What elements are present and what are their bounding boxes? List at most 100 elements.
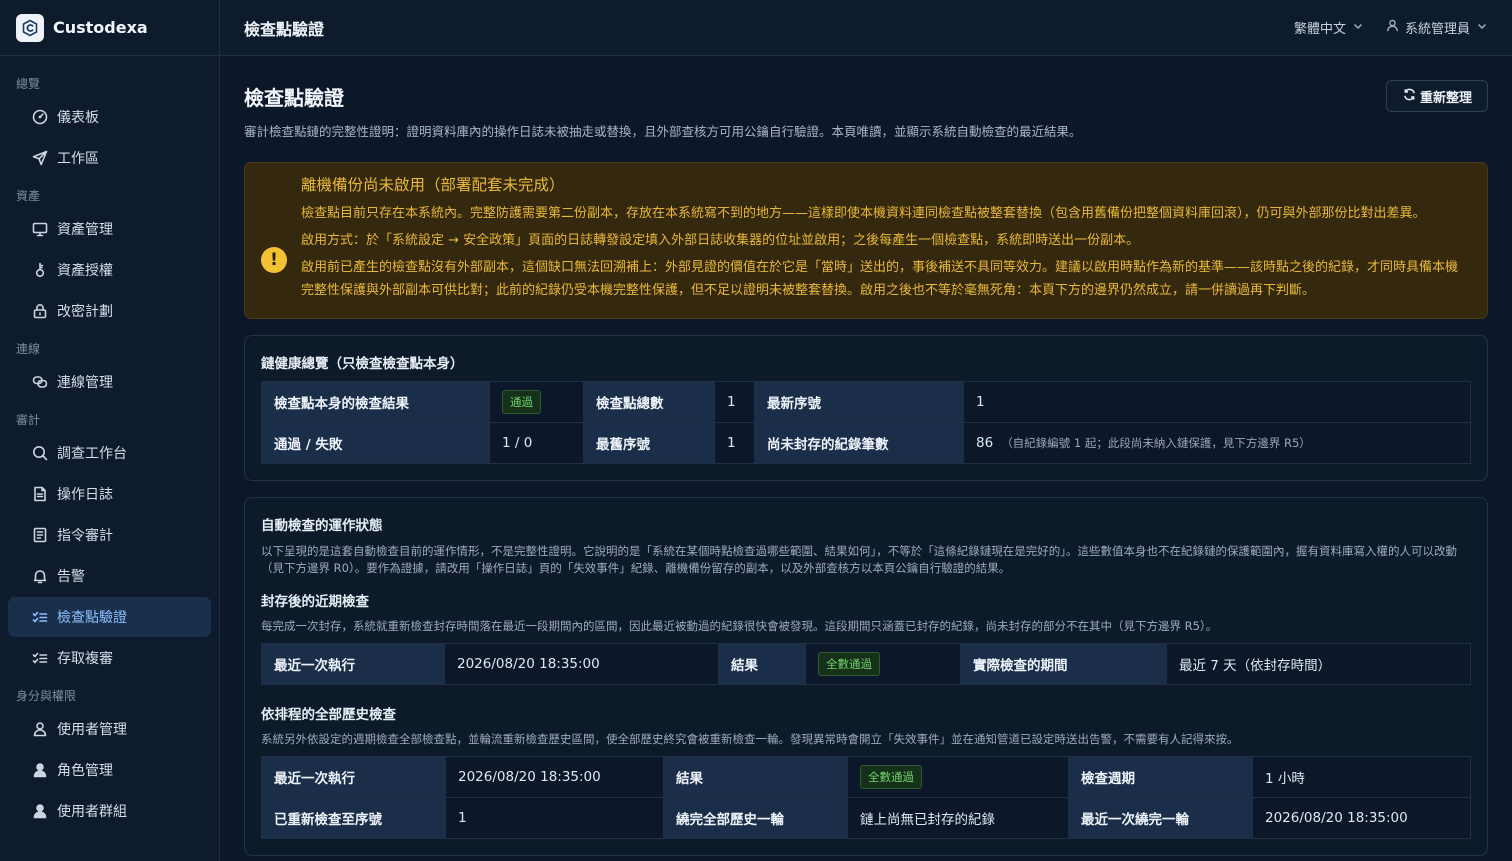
brand[interactable]: Custodexa: [0, 0, 219, 56]
refresh-button[interactable]: 重新整理: [1385, 80, 1488, 112]
sidebar-item-label: 告警: [57, 569, 85, 585]
page-content: 檢查點驗證 審計檢查點鏈的完整性證明：證明資料庫內的操作日誌未被抽走或替換，且外…: [220, 56, 1512, 861]
table-row: 通過 / 失敗 1 / 0 最舊序號 1 尚未封存的紀錄筆數 86 （自紀錄編號 …: [261, 422, 1471, 464]
status-badge: 通過: [502, 390, 541, 414]
alert-title: 離機備份尚未啟用（部署配套未完成）: [301, 176, 565, 194]
chevron-down-icon: [1476, 20, 1488, 36]
table-value: 1 / 0: [489, 422, 584, 464]
refresh-icon: [1403, 88, 1416, 105]
table-key: 最近一次執行: [261, 643, 445, 685]
table-key: 最近一次執行: [261, 756, 446, 798]
sidebar-item-role-management[interactable]: 角色管理: [8, 750, 211, 790]
recent-check-table: 最近一次執行 2026/08/20 18:35:00 結果 全數通過 實際檢查的…: [261, 643, 1471, 685]
sidebar-item-label: 連線管理: [57, 375, 113, 391]
table-key: 繞完全部歷史一輪: [663, 797, 848, 839]
recent-check-description: 每完成一次封存，系統就重新檢查封存時間落在最近一段期間內的區間，因此最近被動過的…: [261, 619, 1218, 633]
table-row: 最近一次執行 2026/08/20 18:35:00 結果 全數通過 檢查週期 …: [261, 756, 1471, 798]
sidebar-item-password-rotation[interactable]: 改密計劃: [8, 291, 211, 331]
page-title: 檢查點驗證: [244, 86, 344, 110]
table-key: 檢查點總數: [583, 381, 715, 423]
full-check-table: 最近一次執行 2026/08/20 18:35:00 結果 全數通過 檢查週期 …: [261, 756, 1471, 839]
sidebar-item-access-review[interactable]: 存取複審: [8, 638, 211, 678]
link-icon: [31, 373, 49, 391]
nav-group-connections: 連線 連線管理: [0, 335, 219, 402]
sidebar-item-user-management[interactable]: 使用者管理: [8, 709, 211, 749]
full-check-title: 依排程的全部歷史檢查: [261, 707, 396, 723]
table-value: 1 小時: [1252, 756, 1471, 798]
table-value: 2026/08/20 18:35:00: [445, 756, 664, 798]
chain-health-card: 鏈健康總覽（只檢查檢查點本身） 檢查點本身的檢查結果 通過 檢查點總數 1 最新…: [244, 335, 1488, 481]
send-arrow-icon: [31, 149, 49, 167]
table-row: 最近一次執行 2026/08/20 18:35:00 結果 全數通過 實際檢查的…: [261, 643, 1471, 685]
auto-check-card: 自動檢查的運作狀態 以下呈現的是這套自動檢查目前的運作情形，不是完整性證明。它說…: [244, 497, 1488, 856]
topbar-title: 檢查點驗證: [244, 19, 325, 39]
unsealed-note: （自紀錄編號 1 起；此段尚未納入鏈保護，見下方邊界 R5）: [1001, 436, 1311, 450]
search-icon: [31, 444, 49, 462]
unsealed-count: 86: [976, 435, 994, 451]
table-key: 檢查週期: [1068, 756, 1253, 798]
sidebar-item-label: 存取複審: [57, 651, 113, 667]
alert-paragraph: 檢查點目前只存在本系統內。完整防護需要第二份副本，存放在本系統寫不到的地方——這…: [301, 206, 1426, 221]
lock-icon: [31, 302, 49, 320]
table-value: 1: [445, 797, 664, 839]
page-description: 審計檢查點鏈的完整性證明：證明資料庫內的操作日誌未被抽走或替換，且外部查核方可用…: [244, 124, 1082, 139]
table-row: 檢查點本身的檢查結果 通過 檢查點總數 1 最新序號 1: [261, 381, 1471, 423]
key-icon: [31, 261, 49, 279]
table-value: 1: [963, 381, 1471, 423]
topbar: 檢查點驗證 繁體中文 系統管理員: [220, 0, 1512, 56]
full-check-description: 系統另外依設定的週期檢查全部檢查點，並輪流重新檢查歷史區間，使全部歷史終究會被重…: [261, 732, 1239, 746]
sidebar-item-connection-management[interactable]: 連線管理: [8, 362, 211, 402]
sidebar-item-dashboard[interactable]: 儀表板: [8, 97, 211, 137]
dashboard-gauge-icon: [31, 108, 49, 126]
nav-group-overview: 總覽 儀表板 工作區: [0, 70, 219, 178]
sidebar-item-label: 工作區: [57, 151, 99, 167]
sidebar-item-label: 儀表板: [57, 110, 99, 126]
bell-icon: [31, 567, 49, 585]
language-selector[interactable]: 繁體中文: [1294, 18, 1364, 37]
sidebar-nav: 總覽 儀表板 工作區 資產 資產管理 資產授權 改密計劃 連線 連線管理 審計 …: [0, 56, 219, 831]
chevron-down-icon: [1352, 20, 1364, 36]
user-name: 系統管理員: [1404, 22, 1470, 37]
sidebar-item-label: 改密計劃: [57, 304, 113, 320]
nav-group-title: 資產: [16, 189, 41, 203]
sidebar-item-investigation[interactable]: 調查工作台: [8, 433, 211, 473]
sidebar-item-asset-management[interactable]: 資產管理: [8, 209, 211, 249]
nav-group-identity: 身分與權限 使用者管理 角色管理 使用者群組: [0, 682, 219, 831]
nav-group-title: 總覽: [16, 77, 41, 91]
sidebar-item-label: 資產授權: [57, 263, 113, 279]
table-value: 2026/08/20 18:35:00: [1252, 797, 1471, 839]
sidebar-item-workspace[interactable]: 工作區: [8, 138, 211, 178]
sidebar-item-command-audit[interactable]: 指令審計: [8, 515, 211, 555]
table-key: 實際檢查的期間: [960, 643, 1167, 685]
list-check-icon: [31, 649, 49, 667]
sidebar-item-operation-log[interactable]: 操作日誌: [8, 474, 211, 514]
card-title: 自動檢查的運作狀態: [261, 518, 383, 534]
nav-group-title: 連線: [16, 342, 41, 356]
sidebar-item-label: 使用者管理: [57, 722, 127, 738]
status-badge: 全數通過: [860, 765, 922, 789]
page-header: 檢查點驗證 審計檢查點鏈的完整性證明：證明資料庫內的操作日誌未被抽走或替換，且外…: [244, 80, 1488, 140]
alert-paragraph: 啟用方式：於「系統設定 → 安全政策」頁面的日誌轉發設定填入外部日誌收集器的位址…: [301, 233, 1140, 248]
recent-check-title: 封存後的近期檢查: [261, 594, 369, 610]
user-icon: [1386, 19, 1399, 36]
user-menu[interactable]: 系統管理員: [1386, 18, 1488, 37]
nav-group-assets: 資產 資產管理 資產授權 改密計劃: [0, 182, 219, 331]
table-value: 全數通過: [847, 756, 1069, 798]
table-key: 通過 / 失敗: [261, 422, 490, 464]
sidebar-item-label: 檢查點驗證: [57, 610, 127, 626]
sidebar-item-user-groups[interactable]: 使用者群組: [8, 791, 211, 831]
sidebar-item-alerts[interactable]: 告警: [8, 556, 211, 596]
table-key: 已重新檢查至序號: [261, 797, 446, 839]
offsite-backup-warning: ! 離機備份尚未啟用（部署配套未完成） 檢查點目前只存在本系統內。完整防護需要第…: [244, 162, 1488, 319]
table-key: 尚未封存的紀錄筆數: [754, 422, 964, 464]
sidebar-item-checkpoint-verification[interactable]: 檢查點驗證: [8, 597, 211, 637]
table-value: 1: [714, 381, 755, 423]
sidebar-item-asset-authorization[interactable]: 資產授權: [8, 250, 211, 290]
table-value: 86 （自紀錄編號 1 起；此段尚未納入鏈保護，見下方邊界 R5）: [963, 422, 1471, 464]
card-title: 鏈健康總覽（只檢查檢查點本身）: [261, 356, 464, 372]
sidebar-item-label: 操作日誌: [57, 487, 113, 503]
users-icon: [31, 802, 49, 820]
alert-paragraph: 啟用前已產生的檢查點沒有外部副本，這個缺口無法回溯補上：外部見證的價值在於它是「…: [301, 260, 1459, 298]
sidebar-item-label: 指令審計: [57, 528, 113, 544]
topbar-actions: 繁體中文 系統管理員: [1294, 18, 1488, 37]
